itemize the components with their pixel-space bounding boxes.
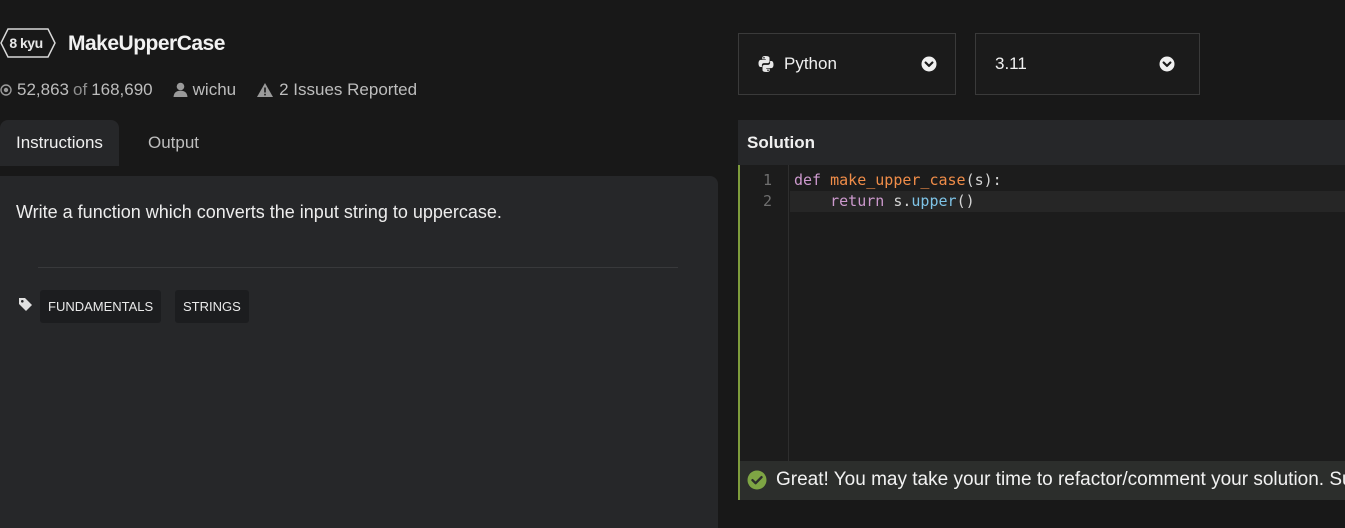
code-line-1[interactable]: def make_upper_case(s): — [794, 171, 1002, 189]
tag-strings[interactable]: STRINGS — [175, 290, 249, 323]
author-stat[interactable]: wichu — [173, 80, 236, 100]
solution-title: Solution — [747, 133, 815, 152]
tag-icon — [18, 297, 33, 317]
kata-title[interactable]: MakeUpperCase — [68, 32, 225, 56]
divider — [38, 267, 678, 268]
completion-stat: 52,863 of 168,690 — [0, 80, 153, 100]
kata-description: Write a function which converts the inpu… — [16, 202, 502, 222]
keyword-return: return — [830, 192, 885, 210]
target-icon — [0, 84, 12, 96]
function-params: (s): — [965, 171, 1002, 189]
code-line-2[interactable]: return s.upper() — [794, 192, 975, 210]
issues-stat[interactable]: 2 Issues Reported — [256, 80, 417, 100]
call-parens: () — [956, 192, 975, 210]
instructions-panel — [0, 176, 718, 528]
issues-count[interactable]: 2 Issues Reported — [279, 80, 417, 100]
language-value: Python — [784, 54, 837, 73]
object-name: s. — [893, 192, 912, 210]
check-circle-icon — [747, 470, 767, 495]
completed-count: 52,863 — [17, 80, 69, 99]
version-value: 3.11 — [995, 54, 1027, 73]
line-number: 1 — [762, 171, 772, 189]
method-name: upper — [911, 192, 957, 210]
result-message: Great! You may take your time to refacto… — [776, 469, 1345, 490]
rank-label: 8 kyu — [9, 35, 43, 51]
chevron-down-icon — [921, 56, 937, 72]
tab-instructions[interactable]: Instructions — [0, 120, 119, 166]
version-select[interactable]: 3.11 — [975, 33, 1200, 95]
of-label: of — [73, 80, 88, 99]
chevron-down-icon — [1159, 56, 1175, 72]
keyword-def: def — [794, 171, 822, 189]
tag-fundamentals[interactable]: FUNDAMENTALS — [40, 290, 162, 323]
language-select[interactable]: Python — [738, 33, 956, 95]
solution-header — [738, 120, 1345, 165]
line-number: 2 — [762, 192, 772, 210]
function-name: make_upper_case — [830, 171, 966, 189]
total-count: 168,690 — [91, 80, 153, 99]
warning-icon — [256, 82, 274, 98]
tab-output[interactable]: Output — [132, 120, 215, 166]
python-icon — [757, 55, 775, 73]
kata-stats: 52,863 of 168,690 wichu 2 Issues Reporte… — [0, 80, 437, 100]
user-icon — [173, 82, 188, 98]
author-name[interactable]: wichu — [193, 80, 236, 100]
